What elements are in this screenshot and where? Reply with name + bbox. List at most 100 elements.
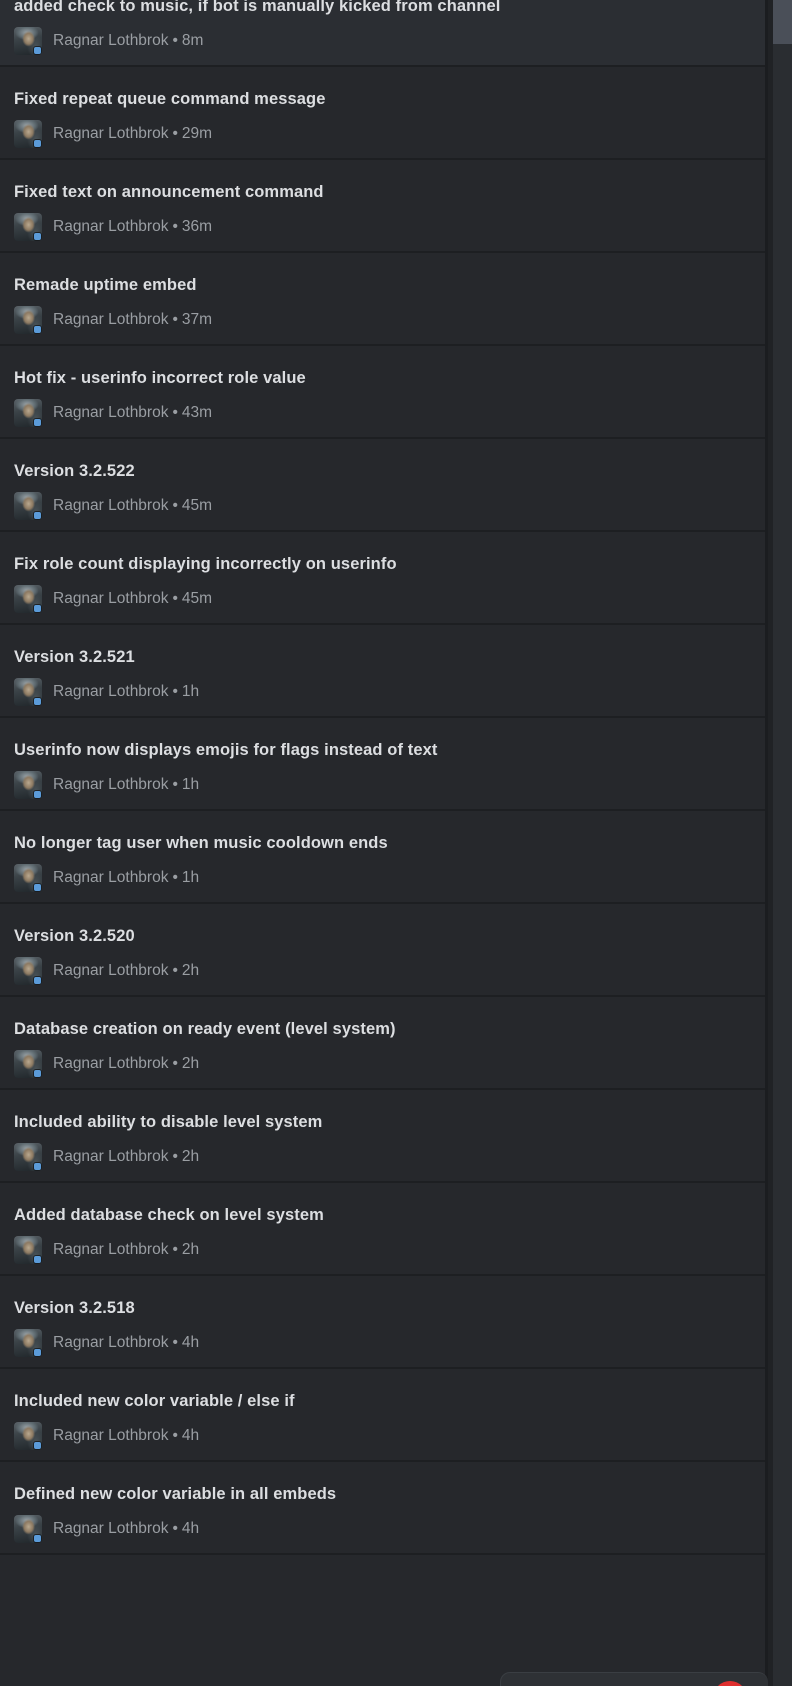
changelog-row[interactable]: Included ability to disable level system… bbox=[0, 1090, 768, 1183]
changelog-title: Fixed repeat queue command message bbox=[14, 90, 326, 108]
changelog-title: Fix role count displaying incorrectly on… bbox=[14, 555, 397, 573]
changelog-title: added check to music, if bot is manually… bbox=[14, 0, 501, 15]
changelog-timestamp: 4h bbox=[181, 1427, 200, 1444]
changelog-row[interactable]: Version 3.2.518 Ragnar Lothbrok • 4h bbox=[0, 1276, 768, 1369]
changelog-author-time: Ragnar Lothbrok • 2h bbox=[53, 1241, 199, 1259]
changelog-meta: Ragnar Lothbrok • 8m bbox=[14, 27, 754, 55]
changelog-row[interactable]: Fixed repeat queue command message Ragnar… bbox=[0, 67, 768, 160]
changelog-title: Version 3.2.518 bbox=[14, 1299, 135, 1317]
changelog-author: Ragnar Lothbrok bbox=[53, 1520, 169, 1537]
changelog-author-time: Ragnar Lothbrok • 8m bbox=[53, 32, 203, 50]
changelog-author-time: Ragnar Lothbrok • 1h bbox=[53, 776, 199, 794]
user-avatar-icon[interactable] bbox=[14, 1050, 42, 1078]
user-avatar-icon[interactable] bbox=[14, 213, 42, 241]
changelog-author: Ragnar Lothbrok bbox=[53, 32, 169, 49]
user-avatar-icon[interactable] bbox=[14, 1329, 42, 1357]
user-avatar-icon[interactable] bbox=[14, 864, 42, 892]
notification-badge-icon bbox=[713, 1681, 747, 1686]
changelog-row[interactable]: Version 3.2.521 Ragnar Lothbrok • 1h bbox=[0, 625, 768, 718]
changelog-author: Ragnar Lothbrok bbox=[53, 404, 169, 421]
scrollbar-track[interactable] bbox=[773, 0, 792, 1686]
separator-dot: • bbox=[172, 404, 178, 421]
user-avatar-icon[interactable] bbox=[14, 492, 42, 520]
changelog-title: Database creation on ready event (level … bbox=[14, 1020, 396, 1038]
user-avatar-icon[interactable] bbox=[14, 306, 42, 334]
separator-dot: • bbox=[172, 869, 178, 886]
changelog-row[interactable]: Userinfo now displays emojis for flags i… bbox=[0, 718, 768, 811]
user-avatar-icon[interactable] bbox=[14, 27, 42, 55]
changelog-row[interactable]: Version 3.2.522 Ragnar Lothbrok • 45m bbox=[0, 439, 768, 532]
user-avatar-icon[interactable] bbox=[14, 399, 42, 427]
changelog-row[interactable]: Hot fix - userinfo incorrect role value R… bbox=[0, 346, 768, 439]
user-avatar-icon[interactable] bbox=[14, 678, 42, 706]
separator-dot: • bbox=[172, 683, 178, 700]
user-avatar-icon[interactable] bbox=[14, 1236, 42, 1264]
changelog-timestamp: 1h bbox=[181, 869, 200, 886]
separator-dot: • bbox=[172, 1427, 178, 1444]
changelog-timestamp: 43m bbox=[181, 404, 213, 421]
changelog-meta: Ragnar Lothbrok • 1h bbox=[14, 864, 754, 892]
changelog-meta: Ragnar Lothbrok • 37m bbox=[14, 306, 754, 334]
changelog-row[interactable]: Added database check on level system Ragn… bbox=[0, 1183, 768, 1276]
scrollbar-thumb[interactable] bbox=[773, 0, 792, 44]
changelog-author: Ragnar Lothbrok bbox=[53, 590, 169, 607]
changelog-timestamp: 36m bbox=[181, 218, 213, 235]
changelog-title: Included ability to disable level system bbox=[14, 1113, 323, 1131]
separator-dot: • bbox=[172, 311, 178, 328]
changelog-timestamp: 45m bbox=[181, 497, 213, 514]
separator-dot: • bbox=[172, 962, 178, 979]
separator-dot: • bbox=[172, 590, 178, 607]
changelog-meta: Ragnar Lothbrok • 4h bbox=[14, 1422, 754, 1450]
vertical-scrollbar[interactable] bbox=[768, 0, 792, 1686]
changelog-author: Ragnar Lothbrok bbox=[53, 869, 169, 886]
changelog-meta: Ragnar Lothbrok • 4h bbox=[14, 1329, 754, 1357]
separator-dot: • bbox=[172, 32, 178, 49]
changelog-timestamp: 1h bbox=[181, 776, 200, 793]
changelog-author: Ragnar Lothbrok bbox=[53, 311, 169, 328]
floating-panel[interactable] bbox=[500, 1672, 768, 1686]
user-avatar-icon[interactable] bbox=[14, 120, 42, 148]
separator-dot: • bbox=[172, 1055, 178, 1072]
changelog-title: No longer tag user when music cooldown e… bbox=[14, 834, 388, 852]
user-avatar-icon[interactable] bbox=[14, 771, 42, 799]
changelog-author-time: Ragnar Lothbrok • 2h bbox=[53, 1055, 199, 1073]
changelog-row[interactable]: Version 3.2.520 Ragnar Lothbrok • 2h bbox=[0, 904, 768, 997]
changelog-meta: Ragnar Lothbrok • 4h bbox=[14, 1515, 754, 1543]
changelog-meta: Ragnar Lothbrok • 45m bbox=[14, 492, 754, 520]
app-root: added check to music, if bot is manually… bbox=[0, 0, 792, 1686]
user-avatar-icon[interactable] bbox=[14, 585, 42, 613]
changelog-row[interactable]: Defined new color variable in all embeds… bbox=[0, 1462, 768, 1555]
changelog-row[interactable]: Database creation on ready event (level … bbox=[0, 997, 768, 1090]
changelog-author: Ragnar Lothbrok bbox=[53, 1241, 169, 1258]
changelog-row[interactable]: Fix role count displaying incorrectly on… bbox=[0, 532, 768, 625]
changelog-list-viewport[interactable]: added check to music, if bot is manually… bbox=[0, 0, 768, 1686]
changelog-author-time: Ragnar Lothbrok • 2h bbox=[53, 962, 199, 980]
changelog-author: Ragnar Lothbrok bbox=[53, 962, 169, 979]
changelog-row[interactable]: Fixed text on announcement command Ragnar… bbox=[0, 160, 768, 253]
separator-dot: • bbox=[172, 1334, 178, 1351]
separator-dot: • bbox=[172, 125, 178, 142]
changelog-timestamp: 2h bbox=[181, 962, 200, 979]
user-avatar-icon[interactable] bbox=[14, 957, 42, 985]
user-avatar-icon[interactable] bbox=[14, 1422, 42, 1450]
changelog-row[interactable]: added check to music, if bot is manually… bbox=[0, 0, 768, 67]
changelog-author-time: Ragnar Lothbrok • 2h bbox=[53, 1148, 199, 1166]
changelog-row[interactable]: Remade uptime embed Ragnar Lothbrok • 37m bbox=[0, 253, 768, 346]
changelog-title: Hot fix - userinfo incorrect role value bbox=[14, 369, 306, 387]
changelog-author-time: Ragnar Lothbrok • 1h bbox=[53, 683, 199, 701]
user-avatar-icon[interactable] bbox=[14, 1515, 42, 1543]
separator-dot: • bbox=[172, 218, 178, 235]
changelog-timestamp: 45m bbox=[181, 590, 213, 607]
changelog-row[interactable]: No longer tag user when music cooldown e… bbox=[0, 811, 768, 904]
changelog-row[interactable]: Included new color variable / else if Rag… bbox=[0, 1369, 768, 1462]
changelog-meta: Ragnar Lothbrok • 2h bbox=[14, 1050, 754, 1078]
changelog-author: Ragnar Lothbrok bbox=[53, 218, 169, 235]
changelog-meta: Ragnar Lothbrok • 2h bbox=[14, 1236, 754, 1264]
separator-dot: • bbox=[172, 776, 178, 793]
changelog-timestamp: 1h bbox=[181, 683, 200, 700]
changelog-author: Ragnar Lothbrok bbox=[53, 497, 169, 514]
changelog-author: Ragnar Lothbrok bbox=[53, 1148, 169, 1165]
changelog-meta: Ragnar Lothbrok • 2h bbox=[14, 957, 754, 985]
changelog-title: Userinfo now displays emojis for flags i… bbox=[14, 741, 438, 759]
user-avatar-icon[interactable] bbox=[14, 1143, 42, 1171]
